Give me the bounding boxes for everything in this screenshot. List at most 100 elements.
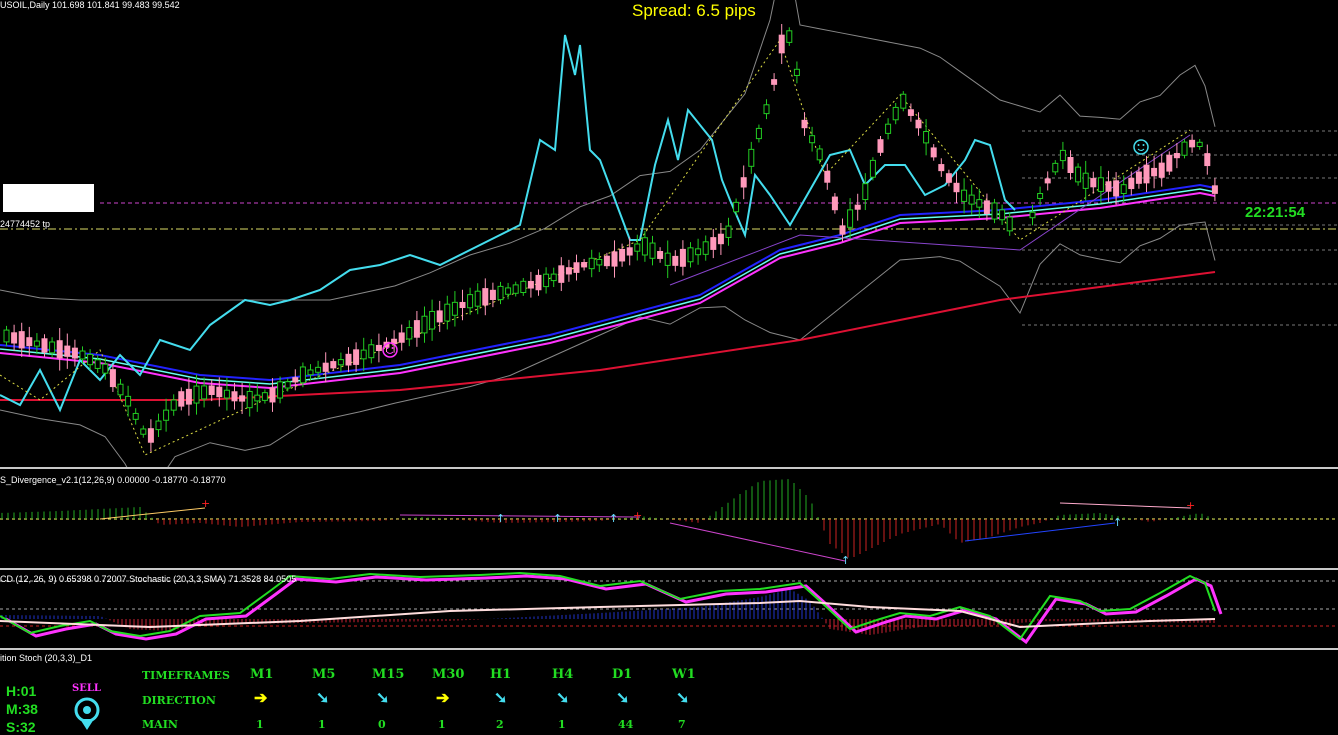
arrow-down-right-icon: ➘ — [316, 690, 330, 707]
candle-body — [679, 248, 686, 267]
moving-average-red — [0, 271, 1216, 401]
candle-body — [824, 170, 831, 183]
candle-body — [1151, 167, 1158, 177]
up-arrow-icon: ↑ — [609, 512, 618, 525]
main-value: 0 — [378, 718, 386, 731]
divergence-indicator-label: S_Divergence_v2.1(12,26,9) 0.00000 -0.18… — [0, 475, 226, 485]
sell-mark-icon: + — [201, 497, 210, 510]
oscillator-overlay-line — [0, 34, 1016, 413]
candle-body — [261, 392, 268, 401]
candle-body — [292, 377, 299, 383]
candle-body — [482, 288, 489, 306]
candle-body — [33, 340, 40, 347]
candle-body — [717, 233, 724, 245]
candle-body — [41, 338, 48, 353]
timeframe-h1: H1 — [490, 667, 512, 682]
sell-mark-icon: + — [633, 509, 642, 522]
candle-body — [626, 247, 633, 256]
candle-body — [1166, 154, 1173, 172]
candle-body — [71, 347, 78, 359]
candle-body — [413, 320, 420, 338]
candle-body — [923, 131, 930, 144]
candle-body — [778, 34, 785, 54]
candlestick-series — [3, 24, 1218, 452]
candle-body — [763, 104, 770, 115]
candle-body — [1044, 178, 1051, 184]
row-label-direction: DIRECTION — [142, 694, 216, 707]
candle-body — [1211, 185, 1218, 194]
candle-body — [854, 204, 861, 210]
candle-body — [330, 361, 337, 369]
candle-body — [102, 363, 109, 374]
up-arrow-icon: ↑ — [496, 512, 505, 525]
row-label-main: MAIN — [142, 718, 178, 731]
timeframe-h4: H4 — [552, 667, 574, 682]
signal-label: SELL — [72, 683, 101, 694]
pane-separator[interactable] — [0, 467, 1338, 469]
price-chart-pane[interactable]: USOIL,Daily 101.698 101.841 99.483 99.54… — [0, 0, 1338, 467]
candle-body — [322, 362, 329, 372]
candle-body — [1059, 149, 1066, 162]
candle-body — [284, 381, 291, 389]
candle-body — [877, 139, 884, 153]
candle-body — [573, 262, 580, 273]
timeframe-m30: M30 — [432, 667, 465, 682]
spread-label: Spread: 6.5 pips — [632, 1, 756, 20]
candle-timer: 22:21:54 — [1245, 204, 1306, 221]
candle-body — [535, 274, 542, 291]
candle-body — [216, 386, 223, 398]
timeframe-d1: D1 — [612, 667, 633, 682]
price-chart-canvas[interactable] — [0, 0, 1338, 467]
candle-body — [185, 388, 192, 405]
candle-body — [1067, 156, 1074, 174]
candle-body — [467, 294, 474, 309]
candle-body — [299, 366, 306, 384]
divergence-histogram — [1, 479, 1215, 558]
candle-body — [147, 428, 154, 443]
candle-body — [505, 287, 512, 295]
candle-body — [634, 243, 641, 252]
smiley-icon — [382, 342, 398, 358]
candle-body — [649, 242, 656, 259]
divergence-pane[interactable]: ↑ ↑ ↑ ↑ ↑ + + + S_Divergence_v2.1(12,26,9) 0.00… — [0, 471, 1338, 567]
candle-body — [193, 385, 200, 404]
arrow-down-right-icon: ➘ — [494, 690, 508, 707]
candle-body — [307, 369, 314, 376]
candle-body — [421, 315, 428, 334]
main-value: 1 — [558, 718, 566, 731]
take-profit-label: 24774452 tp — [0, 219, 51, 229]
candle-body — [740, 177, 747, 188]
candle-body — [672, 255, 679, 266]
candle-body — [976, 199, 983, 208]
candle-body — [406, 327, 413, 340]
main-value: 1 — [318, 718, 326, 731]
candle-body — [755, 127, 762, 140]
candle-body — [368, 344, 375, 359]
candle-body — [1052, 162, 1059, 173]
timeframe-m1: M1 — [250, 667, 274, 682]
location-pin-icon — [74, 697, 100, 730]
candle-body — [1090, 178, 1097, 188]
candle-body — [710, 237, 717, 250]
candle-body — [839, 225, 846, 235]
dashboard-pane: ition Stoch (20,3,3)_D1 H:01 M:38 S:32 S… — [0, 650, 1338, 735]
candle-body — [140, 428, 147, 435]
candle-body — [1196, 141, 1203, 147]
pane-separator[interactable] — [0, 568, 1338, 570]
trend-line — [669, 134, 1191, 286]
candle-body — [512, 284, 519, 294]
candle-body — [733, 201, 740, 213]
sell-mark-icon: + — [1186, 499, 1195, 512]
macd-stochastic-pane[interactable]: CD (12, 26, 9) 0.65398 0.72007 Stochasti… — [0, 571, 1338, 648]
candle-body — [558, 265, 565, 283]
seconds-counter: S:32 — [6, 719, 36, 735]
candle-body — [657, 250, 664, 259]
candle-body — [231, 391, 238, 402]
candle-body — [664, 252, 671, 266]
divergence-line — [399, 514, 641, 518]
candle-body — [801, 119, 808, 129]
candle-body — [360, 349, 367, 360]
bollinger-upper-band — [0, 0, 1216, 301]
candle-body — [581, 262, 588, 268]
macd-histogram — [1, 589, 1215, 635]
